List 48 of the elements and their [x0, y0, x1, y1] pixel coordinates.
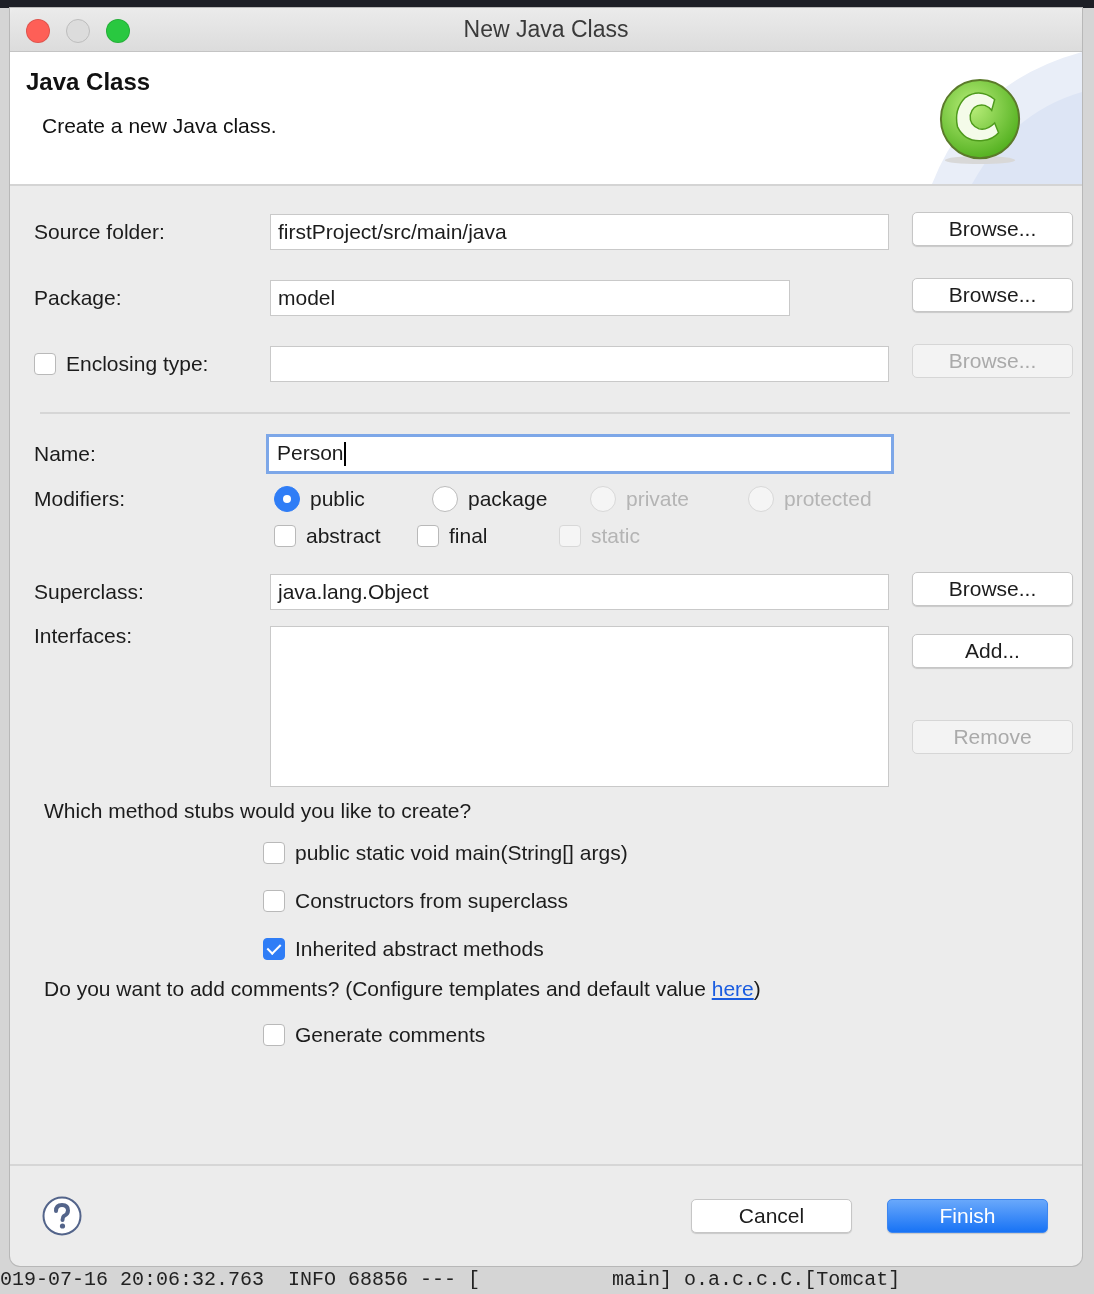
checkbox[interactable] — [263, 890, 285, 912]
close-window-button[interactable] — [26, 19, 50, 43]
browse-button[interactable]: Browse... — [912, 572, 1073, 606]
radio-label: private — [626, 487, 690, 511]
text-field[interactable]: firstProject/src/main/java — [270, 214, 889, 250]
browse-button[interactable]: Browse... — [912, 278, 1073, 312]
radio-label: package — [468, 487, 548, 511]
radio-label: protected — [784, 487, 872, 511]
checkbox-label: static — [591, 524, 640, 548]
console-log-line: 019-07-16 20:06:32.763 INFO 68856 --- [ main] o.a.c.c.C.[Tomcat] — [0, 1267, 902, 1293]
checkbox[interactable] — [263, 1024, 285, 1046]
field-label: Modifiers: — [34, 487, 126, 511]
comments-question: Do you want to add comments? (Configure templates and default value here) — [44, 977, 762, 1001]
checkbox-label: public static void main(String[] args) — [295, 841, 628, 865]
checkbox-label: Inherited abstract methods — [295, 937, 544, 961]
checkbox[interactable] — [417, 525, 439, 547]
radio-button[interactable] — [274, 486, 300, 512]
window-title: New Java Class — [463, 16, 629, 43]
name-field[interactable]: Person — [266, 434, 894, 474]
page-description: Create a new Java class. — [42, 114, 277, 138]
radio-button[interactable] — [432, 486, 458, 512]
field-label: Interfaces: — [34, 624, 133, 648]
checkbox[interactable] — [34, 353, 56, 375]
field-label: Enclosing type: — [66, 352, 209, 376]
text-field[interactable]: model — [270, 280, 790, 316]
browse-button[interactable]: Browse... — [912, 212, 1073, 246]
text-field[interactable] — [270, 346, 889, 382]
page-title: Java Class — [26, 68, 152, 96]
add-button[interactable]: Add... — [912, 634, 1073, 668]
interfaces-list[interactable] — [270, 626, 889, 787]
field-label: Name: — [34, 442, 96, 466]
checkbox-label: abstract — [306, 524, 381, 548]
field-label: Package: — [34, 286, 122, 310]
checkbox-label: final — [449, 524, 488, 548]
help-icon[interactable] — [42, 1196, 82, 1236]
field-label: Source folder: — [34, 220, 165, 244]
checkbox-label: Generate comments — [295, 1023, 486, 1047]
stubs-question: Which method stubs would you like to create? — [44, 799, 473, 823]
radio-label: public — [310, 487, 365, 511]
checkbox[interactable] — [263, 938, 285, 960]
text-field[interactable]: java.lang.Object — [270, 574, 889, 610]
checkbox[interactable] — [263, 842, 285, 864]
templates-link[interactable]: here — [711, 977, 754, 1000]
checkbox-label: Constructors from superclass — [295, 889, 569, 913]
field-label: Superclass: — [34, 580, 144, 604]
cancel-button[interactable]: Cancel — [691, 1199, 852, 1233]
checkbox[interactable] — [274, 525, 296, 547]
zoom-window-button[interactable] — [106, 19, 130, 43]
